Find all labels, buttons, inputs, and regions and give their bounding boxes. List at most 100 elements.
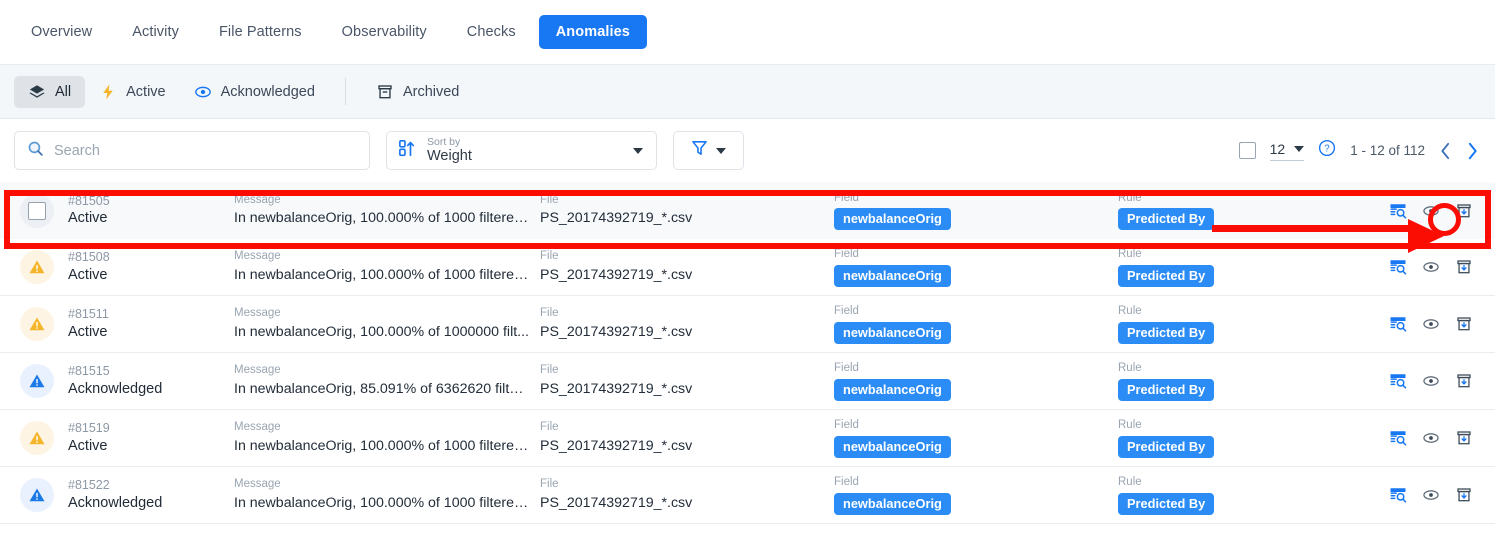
anomaly-file-label: File	[540, 421, 559, 434]
acknowledge-eye-icon[interactable]	[1422, 429, 1440, 447]
checkbox-box[interactable]	[28, 201, 46, 220]
anomaly-rule-label: Rule	[1118, 305, 1142, 318]
anomaly-message-value: In newbalanceOrig, 100.000% of 1000 filt…	[234, 437, 530, 454]
row-actions	[1389, 486, 1481, 504]
funnel-icon	[691, 139, 708, 162]
anomaly-file-value: PS_20174392719_*.csv	[540, 437, 693, 454]
anomaly-id: #81508	[68, 250, 110, 265]
archive-icon[interactable]	[1455, 202, 1473, 220]
anomaly-id-block: #81511 Active	[68, 307, 109, 341]
tab-anomalies[interactable]: Anomalies	[538, 15, 647, 49]
acknowledge-eye-icon[interactable]	[1422, 372, 1440, 390]
anomalies-page: Overview Activity File Patterns Observabili…	[0, 0, 1495, 533]
search-icon	[27, 140, 44, 162]
row-actions	[1389, 429, 1481, 447]
anomaly-field: Field newbalanceOrig	[834, 247, 1118, 287]
acknowledge-eye-icon[interactable]	[1422, 315, 1440, 333]
anomaly-field-label: Field	[834, 476, 859, 489]
anomaly-status-cell: #81508 Active	[20, 250, 234, 284]
archive-icon[interactable]	[1455, 258, 1473, 276]
anomaly-id-block: #81515 Acknowledged	[68, 364, 162, 398]
inspect-data-icon[interactable]	[1389, 258, 1407, 276]
inspect-data-icon[interactable]	[1389, 202, 1407, 220]
anomaly-message-value: In newbalanceOrig, 100.000% of 1000 filt…	[234, 266, 530, 283]
anomaly-rule-value: Predicted By	[1118, 492, 1215, 515]
anomaly-file-value: PS_20174392719_*.csv	[540, 323, 693, 340]
status-filter-label: Active	[126, 83, 166, 100]
archive-icon[interactable]	[1455, 429, 1473, 447]
search-box[interactable]	[14, 131, 370, 170]
anomaly-rule-value: Predicted By	[1118, 264, 1215, 287]
anomaly-row[interactable]: #81505 Active Message In newbalanceOrig, 10…	[0, 182, 1495, 239]
anomaly-state: Acknowledged	[68, 494, 163, 511]
archive-icon[interactable]	[1455, 372, 1473, 390]
anomaly-row[interactable]: #81515 Acknowledged Message In newbalanceOr…	[0, 353, 1495, 410]
sort-by-dropdown[interactable]: Sort by Weight	[386, 131, 657, 170]
tab-file-patterns[interactable]: File Patterns	[202, 15, 319, 49]
tab-observability[interactable]: Observability	[325, 15, 444, 49]
inspect-data-icon[interactable]	[1389, 315, 1407, 333]
anomaly-field-label: Field	[834, 362, 859, 375]
anomaly-field: Field newbalanceOrig	[834, 191, 1118, 231]
tab-activity[interactable]: Activity	[115, 15, 196, 49]
anomaly-status-cell: #81515 Acknowledged	[20, 364, 234, 398]
anomaly-state: Active	[68, 437, 108, 454]
anomaly-file: File PS_20174392719_*.csv	[540, 420, 834, 455]
anomaly-row[interactable]: #81511 Active Message In newbalanceOrig, 10…	[0, 296, 1495, 353]
acknowledge-eye-icon[interactable]	[1422, 486, 1440, 504]
anomaly-message: Message In newbalanceOrig, 100.000% of 10…	[234, 249, 540, 284]
archive-icon[interactable]	[1455, 315, 1473, 333]
next-page-button[interactable]	[1466, 142, 1479, 160]
acknowledge-eye-icon[interactable]	[1422, 202, 1440, 220]
page-size-value: 12	[1269, 140, 1286, 157]
archive-icon[interactable]	[1455, 486, 1473, 504]
page-size-select[interactable]: 12	[1269, 140, 1305, 161]
filter-button[interactable]	[673, 131, 744, 170]
status-filter-label: Archived	[402, 83, 460, 100]
previous-page-button[interactable]	[1439, 142, 1452, 160]
anomaly-field: Field newbalanceOrig	[834, 475, 1118, 515]
anomaly-status-cell: #81511 Active	[20, 307, 234, 341]
list-toolbar: Sort by Weight 12 ?	[0, 119, 1495, 182]
anomaly-row[interactable]: #81522 Acknowledged Message In newbalanceOr…	[0, 467, 1495, 524]
row-actions	[1389, 315, 1481, 333]
row-select-checkbox[interactable]	[20, 193, 54, 228]
anomaly-field-label: Field	[834, 248, 859, 261]
anomaly-rule-value: Predicted By	[1118, 435, 1215, 458]
anomaly-id-block: #81522 Acknowledged	[68, 478, 162, 512]
status-filter-all[interactable]: All	[14, 75, 86, 108]
anomaly-message-label: Message	[234, 193, 281, 206]
anomaly-file-label: File	[540, 193, 559, 206]
status-filter-active[interactable]: Active	[85, 76, 180, 108]
archive-icon	[376, 83, 394, 101]
anomaly-field-value: newbalanceOrig	[834, 378, 951, 401]
anomaly-id: #81515	[68, 364, 110, 379]
tab-checks[interactable]: Checks	[450, 15, 533, 49]
inspect-data-icon[interactable]	[1389, 429, 1407, 447]
anomaly-file: File PS_20174392719_*.csv	[540, 306, 834, 341]
row-actions	[1389, 258, 1481, 276]
filter-divider	[344, 78, 346, 105]
anomaly-file-value: PS_20174392719_*.csv	[540, 380, 693, 397]
anomaly-message-value: In newbalanceOrig, 100.000% of 1000 filt…	[234, 494, 530, 511]
inspect-data-icon[interactable]	[1389, 486, 1407, 504]
sort-value: Weight	[427, 148, 472, 165]
anomaly-row[interactable]: #81519 Active Message In newbalanceOrig, 10…	[0, 410, 1495, 467]
anomaly-row[interactable]: #81508 Active Message In newbalanceOrig, 10…	[0, 239, 1495, 296]
status-filter-archived[interactable]: Archived	[362, 76, 473, 108]
anomaly-file-label: File	[540, 364, 559, 377]
anomaly-file-value: PS_20174392719_*.csv	[540, 266, 693, 283]
status-acknowledged-warning-icon	[20, 478, 54, 512]
status-filter-acknowledged[interactable]: Acknowledged	[180, 76, 329, 108]
anomaly-file-label: File	[540, 307, 559, 320]
question-mark-icon[interactable]: ?	[1318, 139, 1336, 162]
search-input[interactable]	[54, 142, 357, 159]
acknowledge-eye-icon[interactable]	[1422, 258, 1440, 276]
select-all-checkbox[interactable]	[1238, 142, 1256, 159]
anomaly-id-block: #81508 Active	[68, 250, 110, 284]
tab-overview[interactable]: Overview	[14, 15, 109, 49]
anomaly-rule-value: Predicted By	[1118, 321, 1215, 344]
status-active-warning-icon	[20, 307, 54, 341]
inspect-data-icon[interactable]	[1389, 372, 1407, 390]
anomaly-rule-value: Predicted By	[1118, 378, 1215, 401]
